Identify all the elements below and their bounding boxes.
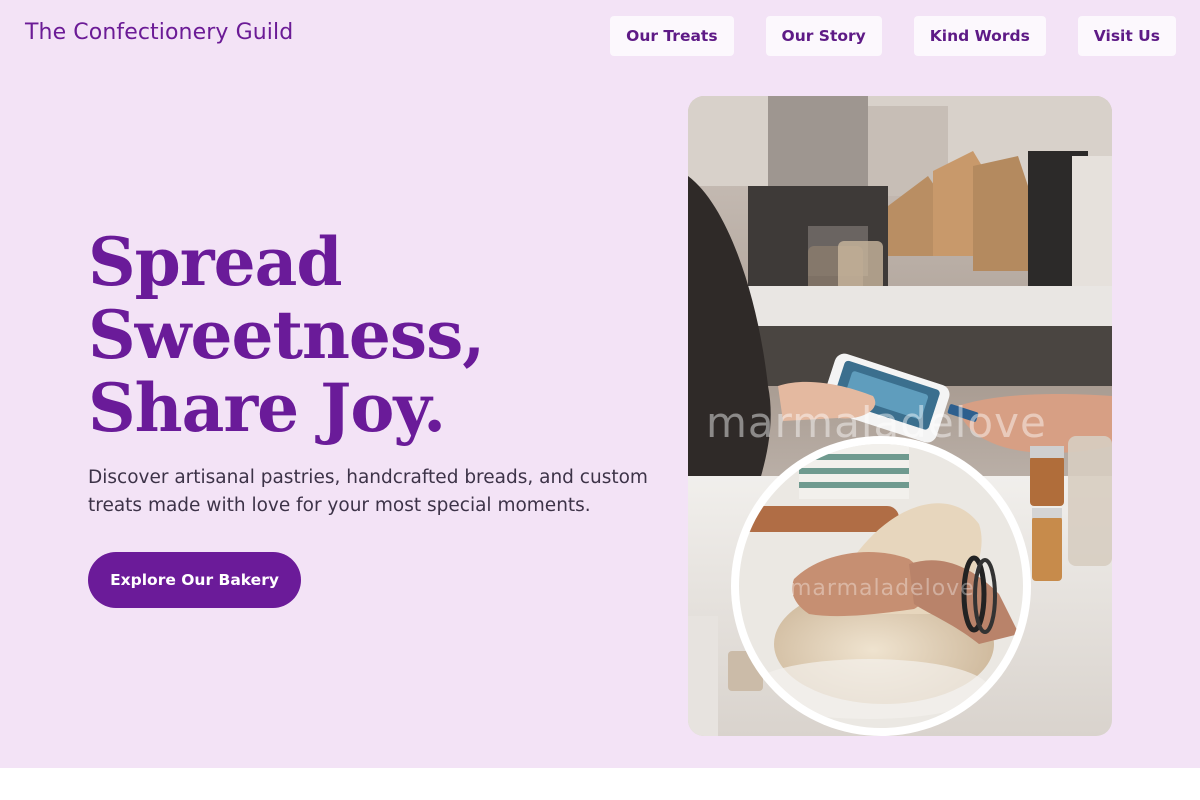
nav-kind-words[interactable]: Kind Words: [913, 16, 1046, 56]
brand-logo[interactable]: The Confectionery Guild: [25, 20, 293, 45]
hero-section: The Confectionery Guild Our Treats Our S…: [0, 0, 1200, 768]
explore-bakery-button[interactable]: Explore Our Bakery: [88, 552, 301, 608]
nav-our-story[interactable]: Our Story: [765, 16, 882, 56]
hero-headline: Spread Sweetness, Share Joy.: [88, 223, 485, 447]
inset-watermark: marmaladelove: [790, 576, 975, 601]
hero-subtitle: Discover artisanal pastries, handcrafted…: [88, 467, 648, 516]
main-nav: Our Treats Our Story Kind Words Visit Us: [610, 16, 1176, 56]
nav-visit-us[interactable]: Visit Us: [1077, 16, 1176, 56]
nav-our-treats[interactable]: Our Treats: [610, 16, 734, 56]
